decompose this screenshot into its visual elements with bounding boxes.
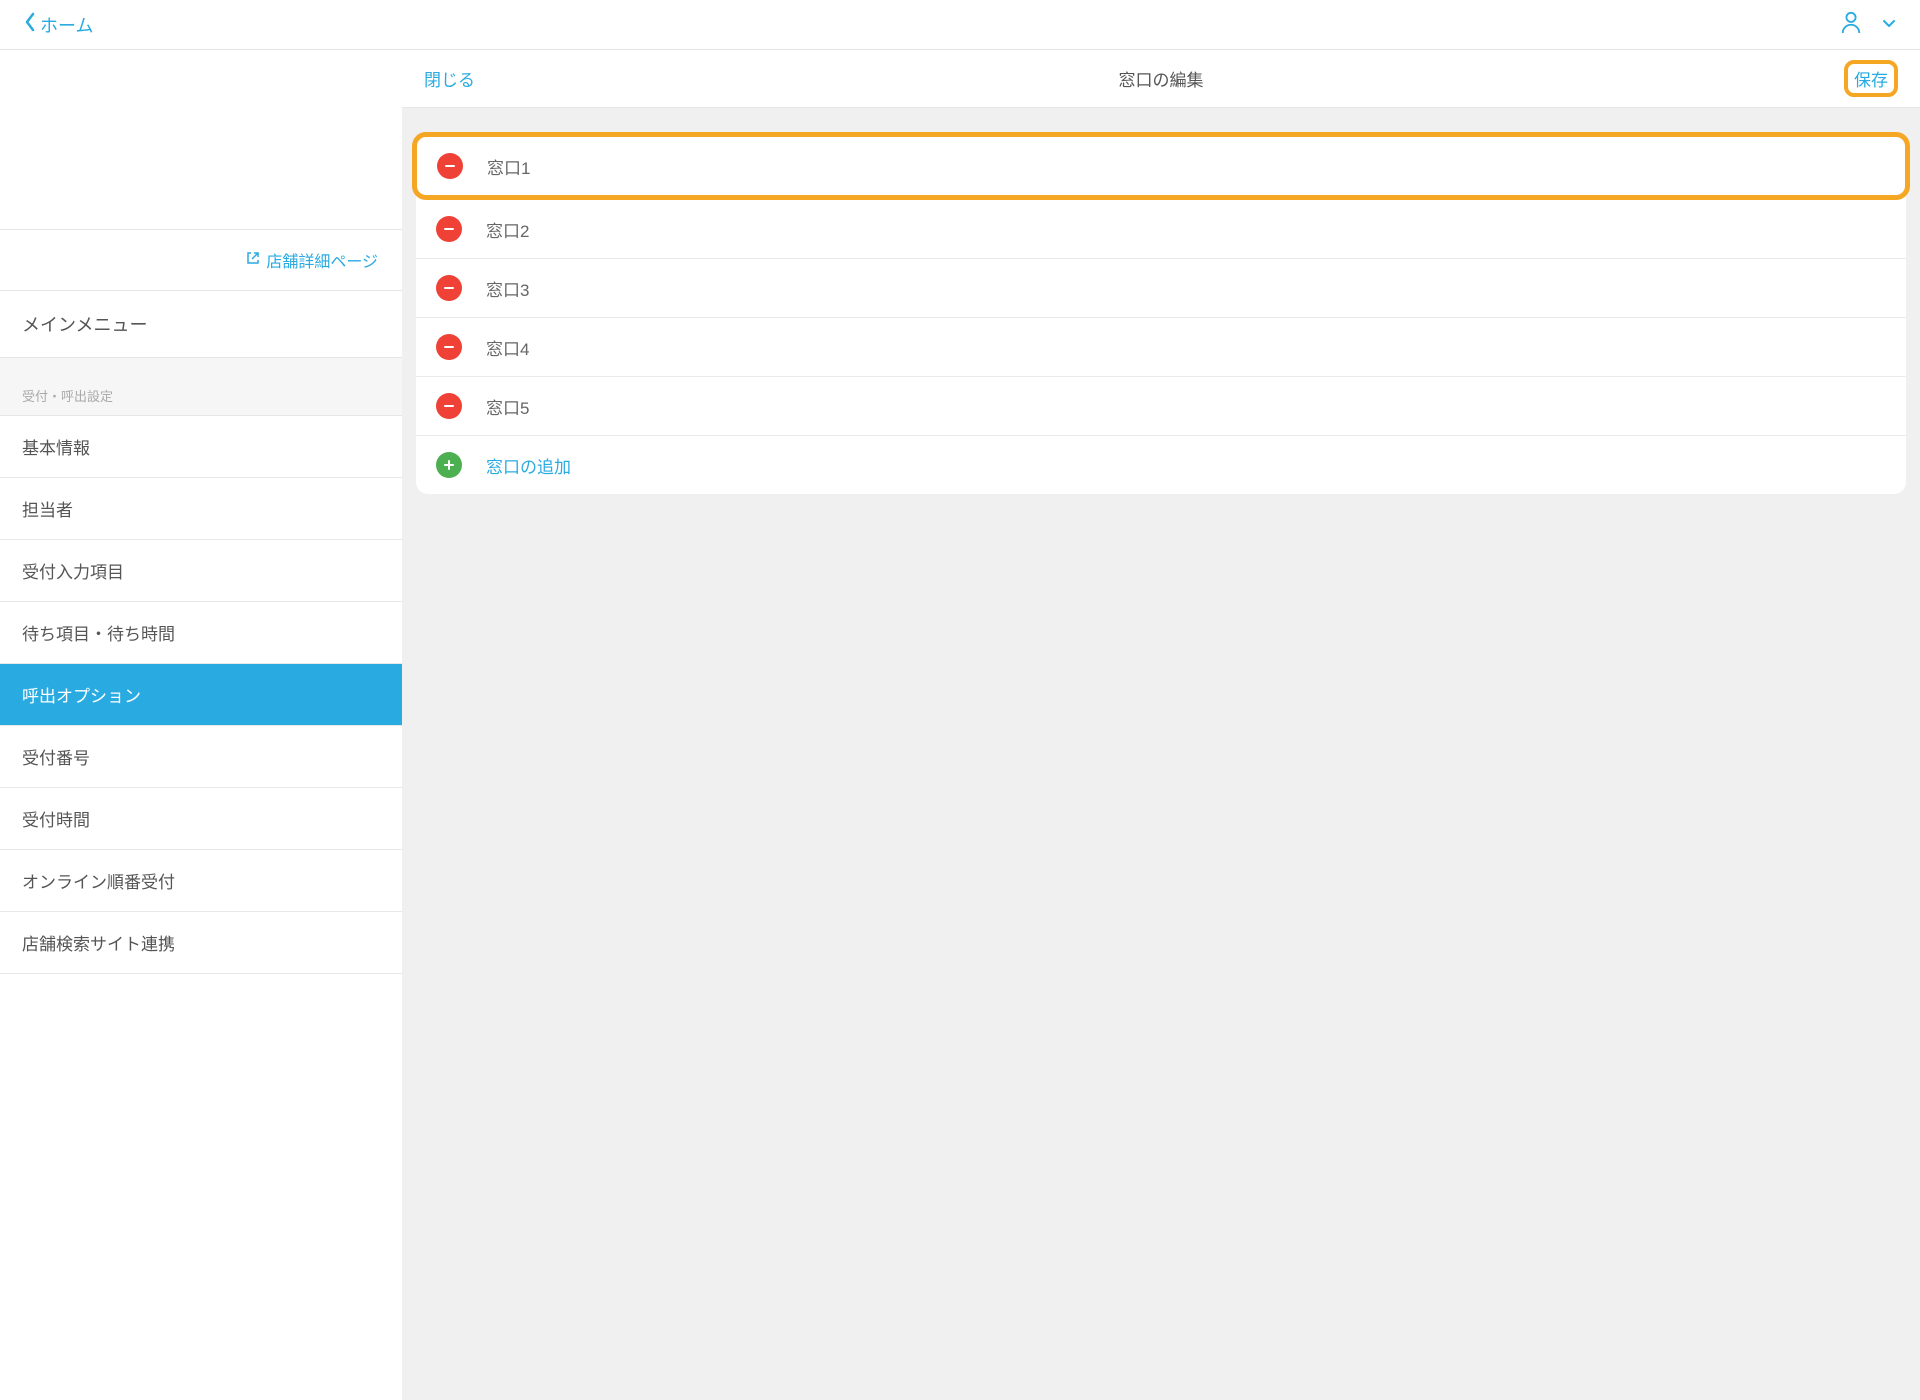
sidebar-item-label: 受付時間 [22, 811, 90, 830]
save-button[interactable]: 保存 [1854, 71, 1888, 90]
sidebar-item-label: 店舗検索サイト連携 [22, 935, 175, 954]
app-body: 店舗詳細ページ メインメニュー 受付・呼出設定 基本情報担当者受付入力項目待ち項… [0, 50, 1920, 1400]
add-window-label: 窓口の追加 [486, 453, 571, 478]
sidebar-item-label: オンライン順番受付 [22, 873, 175, 892]
remove-icon[interactable] [436, 393, 462, 419]
sidebar-item-3[interactable]: 待ち項目・待ち時間 [0, 602, 402, 664]
external-link-icon [246, 251, 260, 270]
window-label: 窓口2 [486, 217, 529, 242]
topbar: ホーム [0, 0, 1920, 50]
window-label: 窓口1 [487, 154, 530, 179]
window-row-highlight: 窓口1 [412, 132, 1910, 200]
remove-icon[interactable] [436, 334, 462, 360]
window-row[interactable]: 窓口3 [416, 259, 1906, 318]
add-icon[interactable] [436, 452, 462, 478]
save-highlight: 保存 [1844, 60, 1898, 97]
main-menu-label: メインメニュー [22, 315, 147, 335]
window-label: 窓口5 [486, 394, 529, 419]
sidebar-item-8[interactable]: 店舗検索サイト連携 [0, 912, 402, 974]
windows-list: 窓口1 窓口2 窓口3 窓口4 窓口5 窓口の追加 [416, 132, 1906, 494]
add-window-row[interactable]: 窓口の追加 [416, 436, 1906, 494]
close-button[interactable]: 閉じる [424, 66, 475, 91]
remove-icon[interactable] [437, 153, 463, 179]
main-panel: 閉じる 窓口の編集 保存 窓口1 窓口2 窓口3 窓口4 窓口5 窓口の追加 [402, 50, 1920, 1400]
window-row[interactable]: 窓口4 [416, 318, 1906, 377]
section-header: 受付・呼出設定 [0, 358, 402, 416]
section-header-label: 受付・呼出設定 [22, 389, 113, 404]
sidebar-spacer [0, 50, 402, 230]
panel-header: 閉じる 窓口の編集 保存 [402, 50, 1920, 108]
sidebar-item-2[interactable]: 受付入力項目 [0, 540, 402, 602]
sidebar-item-label: 呼出オプション [22, 687, 141, 706]
remove-icon[interactable] [436, 216, 462, 242]
sidebar-item-0[interactable]: 基本情報 [0, 416, 402, 478]
window-label: 窓口3 [486, 276, 529, 301]
store-detail-link[interactable]: 店舗詳細ページ [0, 230, 402, 291]
sidebar-item-label: 受付番号 [22, 749, 90, 768]
panel-title: 窓口の編集 [1119, 66, 1204, 91]
sidebar: 店舗詳細ページ メインメニュー 受付・呼出設定 基本情報担当者受付入力項目待ち項… [0, 50, 402, 1400]
window-row[interactable]: 窓口5 [416, 377, 1906, 436]
sidebar-item-4[interactable]: 呼出オプション [0, 664, 402, 726]
chevron-down-icon[interactable] [1882, 16, 1896, 34]
sidebar-item-7[interactable]: オンライン順番受付 [0, 850, 402, 912]
user-icon[interactable] [1840, 9, 1862, 40]
chevron-left-icon [24, 12, 36, 37]
window-row[interactable]: 窓口1 [417, 137, 1905, 195]
remove-icon[interactable] [436, 275, 462, 301]
sidebar-item-6[interactable]: 受付時間 [0, 788, 402, 850]
back-home-button[interactable]: ホーム [24, 12, 93, 38]
main-menu[interactable]: メインメニュー [0, 291, 402, 358]
topbar-right [1840, 9, 1896, 40]
sidebar-item-1[interactable]: 担当者 [0, 478, 402, 540]
sidebar-item-label: 担当者 [22, 501, 73, 520]
back-label: ホーム [40, 12, 93, 38]
sidebar-item-5[interactable]: 受付番号 [0, 726, 402, 788]
store-detail-label: 店舗詳細ページ [266, 248, 378, 272]
window-label: 窓口4 [486, 335, 529, 360]
sidebar-item-label: 受付入力項目 [22, 563, 124, 582]
sidebar-item-label: 待ち項目・待ち時間 [22, 625, 175, 644]
sidebar-item-label: 基本情報 [22, 439, 90, 458]
window-row[interactable]: 窓口2 [416, 200, 1906, 259]
